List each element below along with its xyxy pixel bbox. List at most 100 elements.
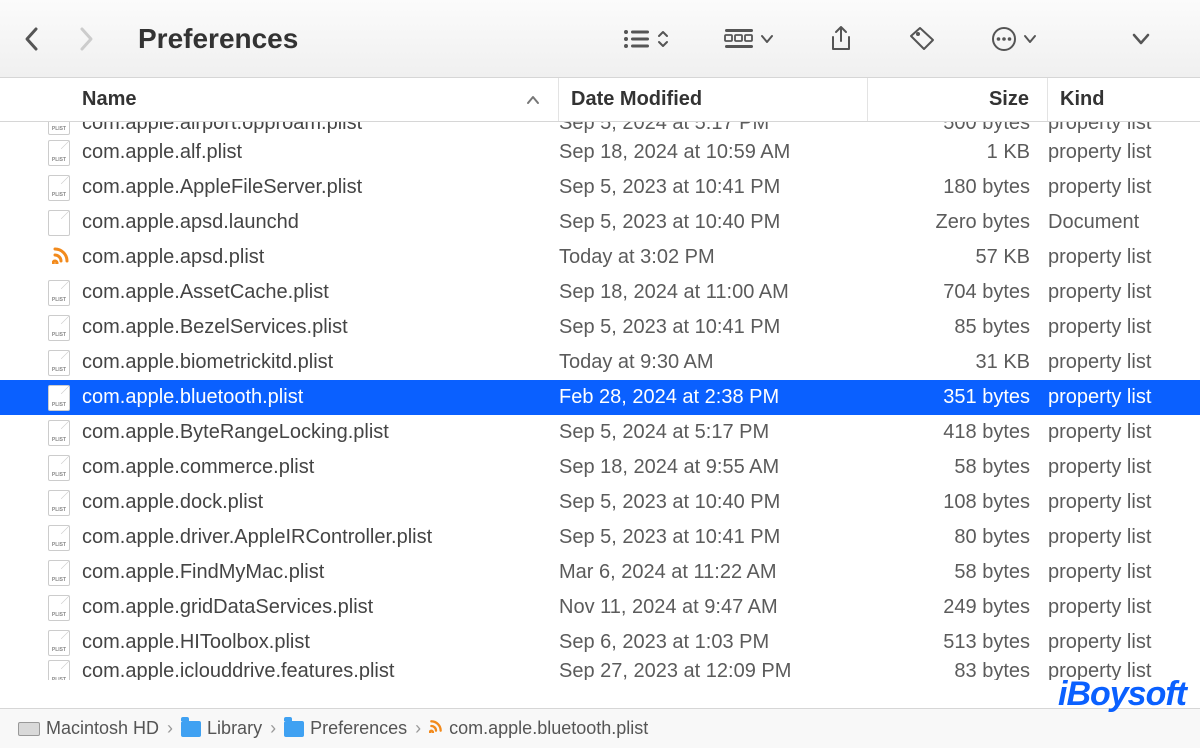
file-kind: property list [1048,246,1200,269]
row-icon [0,246,82,269]
file-icon [48,140,70,166]
path-separator: › [270,718,276,739]
file-size: 83 bytes [868,660,1048,680]
table-row[interactable]: com.apple.iclouddrive.features.plistSep … [0,660,1200,680]
tag-icon [908,26,936,52]
file-kind: property list [1048,122,1200,135]
column-name[interactable]: Name [0,78,559,121]
file-date: Feb 28, 2024 at 2:38 PM [559,386,868,409]
column-kind[interactable]: Kind [1048,78,1200,121]
column-date[interactable]: Date Modified [559,78,868,121]
folder-icon [284,721,304,737]
table-row[interactable]: com.apple.dock.plistSep 5, 2023 at 10:40… [0,485,1200,520]
toolbar: Preferences [0,0,1200,78]
action-button[interactable] [991,26,1037,52]
row-icon [0,630,82,656]
file-size: 180 bytes [868,176,1048,199]
path-item[interactable]: Macintosh HD [18,718,159,739]
table-row[interactable]: com.apple.bluetooth.plistFeb 28, 2024 at… [0,380,1200,415]
table-row[interactable]: com.apple.airport.opproam.plistSep 5, 20… [0,122,1200,135]
table-row[interactable]: com.apple.driver.AppleIRController.plist… [0,520,1200,555]
rss-icon [429,719,443,738]
overflow-button[interactable] [1132,33,1150,45]
table-row[interactable]: com.apple.AppleFileServer.plistSep 5, 20… [0,170,1200,205]
path-label: com.apple.bluetooth.plist [449,718,648,739]
file-name: com.apple.apsd.plist [82,246,559,269]
group-button[interactable] [724,28,774,50]
back-button[interactable] [20,27,44,51]
file-kind: property list [1048,561,1200,584]
rss-icon [52,246,70,269]
row-icon [0,140,82,166]
file-icon [48,315,70,341]
row-icon [0,210,82,236]
file-kind: property list [1048,176,1200,199]
file-size: 57 KB [868,246,1048,269]
file-size: 85 bytes [868,316,1048,339]
file-kind: property list [1048,491,1200,514]
file-size: 513 bytes [868,631,1048,654]
tag-button[interactable] [908,26,936,52]
list-icon [623,28,651,50]
folder-icon [181,721,201,737]
path-label: Macintosh HD [46,718,159,739]
view-list-button[interactable] [623,28,669,50]
file-size: 58 bytes [868,561,1048,584]
file-kind: property list [1048,386,1200,409]
file-size: 351 bytes [868,386,1048,409]
window-title: Preferences [138,23,298,55]
file-date: Sep 5, 2023 at 10:41 PM [559,316,868,339]
table-row[interactable]: com.apple.FindMyMac.plistMar 6, 2024 at … [0,555,1200,590]
column-date-label: Date Modified [571,88,702,111]
file-size: 31 KB [868,351,1048,374]
table-row[interactable]: com.apple.biometrickitd.plistToday at 9:… [0,345,1200,380]
file-name: com.apple.iclouddrive.features.plist [82,660,559,680]
row-icon [0,490,82,516]
table-row[interactable]: com.apple.ByteRangeLocking.plistSep 5, 2… [0,415,1200,450]
file-icon [48,350,70,376]
share-button[interactable] [829,25,853,53]
file-kind: property list [1048,526,1200,549]
file-icon [48,490,70,516]
file-date: Sep 18, 2024 at 11:00 AM [559,281,868,304]
file-size: 108 bytes [868,491,1048,514]
file-date: Sep 5, 2024 at 5:17 PM [559,122,868,135]
file-date: Sep 5, 2023 at 10:41 PM [559,526,868,549]
file-kind: property list [1048,596,1200,619]
file-date: Sep 6, 2023 at 1:03 PM [559,631,868,654]
path-item[interactable]: com.apple.bluetooth.plist [429,718,648,739]
table-row[interactable]: com.apple.apsd.launchdSep 5, 2023 at 10:… [0,205,1200,240]
file-name: com.apple.gridDataServices.plist [82,596,559,619]
table-row[interactable]: com.apple.commerce.plistSep 18, 2024 at … [0,450,1200,485]
row-icon [0,315,82,341]
table-row[interactable]: com.apple.AssetCache.plistSep 18, 2024 a… [0,275,1200,310]
forward-button[interactable] [74,27,98,51]
file-kind: property list [1048,141,1200,164]
path-item[interactable]: Library [181,718,262,739]
table-row[interactable]: com.apple.apsd.plistToday at 3:02 PM57 K… [0,240,1200,275]
file-name: com.apple.ByteRangeLocking.plist [82,421,559,444]
row-icon [0,420,82,446]
file-date: Sep 5, 2023 at 10:40 PM [559,211,868,234]
column-size[interactable]: Size [868,78,1048,121]
table-row[interactable]: com.apple.gridDataServices.plistNov 11, … [0,590,1200,625]
path-bar[interactable]: Macintosh HD›Library›Preferences›com.app… [0,708,1200,748]
file-kind: property list [1048,281,1200,304]
table-row[interactable]: com.apple.alf.plistSep 18, 2024 at 10:59… [0,135,1200,170]
table-row[interactable]: com.apple.HIToolbox.plistSep 6, 2023 at … [0,625,1200,660]
file-date: Sep 18, 2024 at 10:59 AM [559,141,868,164]
share-icon [829,25,853,53]
path-label: Preferences [310,718,407,739]
file-size: 249 bytes [868,596,1048,619]
file-kind: property list [1048,660,1200,680]
path-label: Library [207,718,262,739]
row-icon [0,122,82,135]
path-separator: › [415,718,421,739]
file-name: com.apple.BezelServices.plist [82,316,559,339]
file-size: 58 bytes [868,456,1048,479]
file-list[interactable]: com.apple.airport.opproam.plistSep 5, 20… [0,122,1200,708]
table-row[interactable]: com.apple.BezelServices.plistSep 5, 2023… [0,310,1200,345]
path-item[interactable]: Preferences [284,718,407,739]
file-date: Sep 5, 2023 at 10:40 PM [559,491,868,514]
file-date: Today at 3:02 PM [559,246,868,269]
